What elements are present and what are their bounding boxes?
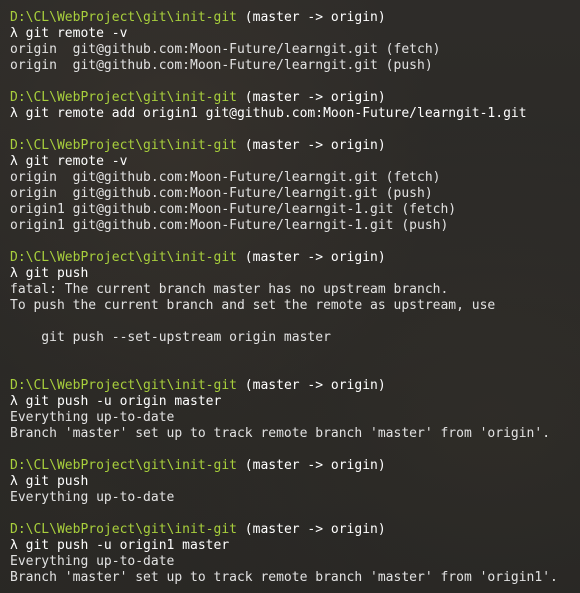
output-line: Everything up-to-date bbox=[10, 490, 175, 505]
prompt-path: D:\CL\WebProject\git\init-git bbox=[10, 458, 237, 473]
output-line: origin git@github.com:Moon-Future/learng… bbox=[10, 42, 441, 57]
prompt-path: D:\CL\WebProject\git\init-git bbox=[10, 10, 237, 25]
output-line: origin git@github.com:Moon-Future/learng… bbox=[10, 170, 441, 185]
command-line: λ git push -u origin master bbox=[10, 394, 222, 409]
prompt-line: D:\CL\WebProject\git\init-git (master ->… bbox=[10, 10, 580, 26]
prompt-line: D:\CL\WebProject\git\init-git (master ->… bbox=[10, 138, 580, 154]
prompt-path: D:\CL\WebProject\git\init-git bbox=[10, 522, 237, 537]
output-line: origin git@github.com:Moon-Future/learng… bbox=[10, 58, 433, 73]
prompt-line: D:\CL\WebProject\git\init-git (master ->… bbox=[10, 250, 580, 266]
command-line: λ git push bbox=[10, 266, 89, 281]
output-line: Branch 'master' set up to track remote b… bbox=[10, 426, 551, 441]
output-line: origin git@github.com:Moon-Future/learng… bbox=[10, 186, 433, 201]
output-line: To push the current branch and set the r… bbox=[10, 298, 496, 313]
terminal-window[interactable]: D:\CL\WebProject\git\init-git (master ->… bbox=[0, 0, 580, 593]
command-line: λ git remote add origin1 git@github.com:… bbox=[10, 106, 527, 121]
prompt-line: D:\CL\WebProject\git\init-git (master ->… bbox=[10, 522, 580, 538]
prompt-path: D:\CL\WebProject\git\init-git bbox=[10, 378, 237, 393]
command-line: λ git remote -v bbox=[10, 26, 128, 41]
prompt-branch: (master -> origin) bbox=[236, 458, 386, 473]
prompt-branch: (master -> origin) bbox=[236, 90, 386, 105]
output-line: fatal: The current branch master has no … bbox=[10, 282, 449, 297]
prompt-line: D:\CL\WebProject\git\init-git (master ->… bbox=[10, 458, 580, 474]
command-line: λ git push -u origin1 master bbox=[10, 538, 230, 553]
output-line: git push --set-upstream origin master bbox=[10, 330, 331, 345]
prompt-branch: (master -> origin) bbox=[236, 10, 386, 25]
prompt-branch: (master -> origin) bbox=[236, 522, 386, 537]
prompt-line: D:\CL\WebProject\git\init-git (master ->… bbox=[10, 378, 580, 394]
prompt-branch: (master -> origin) bbox=[236, 378, 386, 393]
output-line: Branch 'master' set up to track remote b… bbox=[10, 570, 558, 585]
prompt-path: D:\CL\WebProject\git\init-git bbox=[10, 138, 237, 153]
output-line: origin1 git@github.com:Moon-Future/learn… bbox=[10, 218, 449, 233]
prompt-line: D:\CL\WebProject\git\init-git (master ->… bbox=[10, 90, 580, 106]
prompt-branch: (master -> origin) bbox=[236, 138, 386, 153]
output-line: Everything up-to-date bbox=[10, 410, 175, 425]
output-line: Everything up-to-date bbox=[10, 554, 175, 569]
prompt-path: D:\CL\WebProject\git\init-git bbox=[10, 250, 237, 265]
prompt-path: D:\CL\WebProject\git\init-git bbox=[10, 90, 237, 105]
command-line: λ git remote -v bbox=[10, 154, 128, 169]
output-line: origin1 git@github.com:Moon-Future/learn… bbox=[10, 202, 457, 217]
command-line: λ git push bbox=[10, 474, 89, 489]
prompt-branch: (master -> origin) bbox=[236, 250, 386, 265]
